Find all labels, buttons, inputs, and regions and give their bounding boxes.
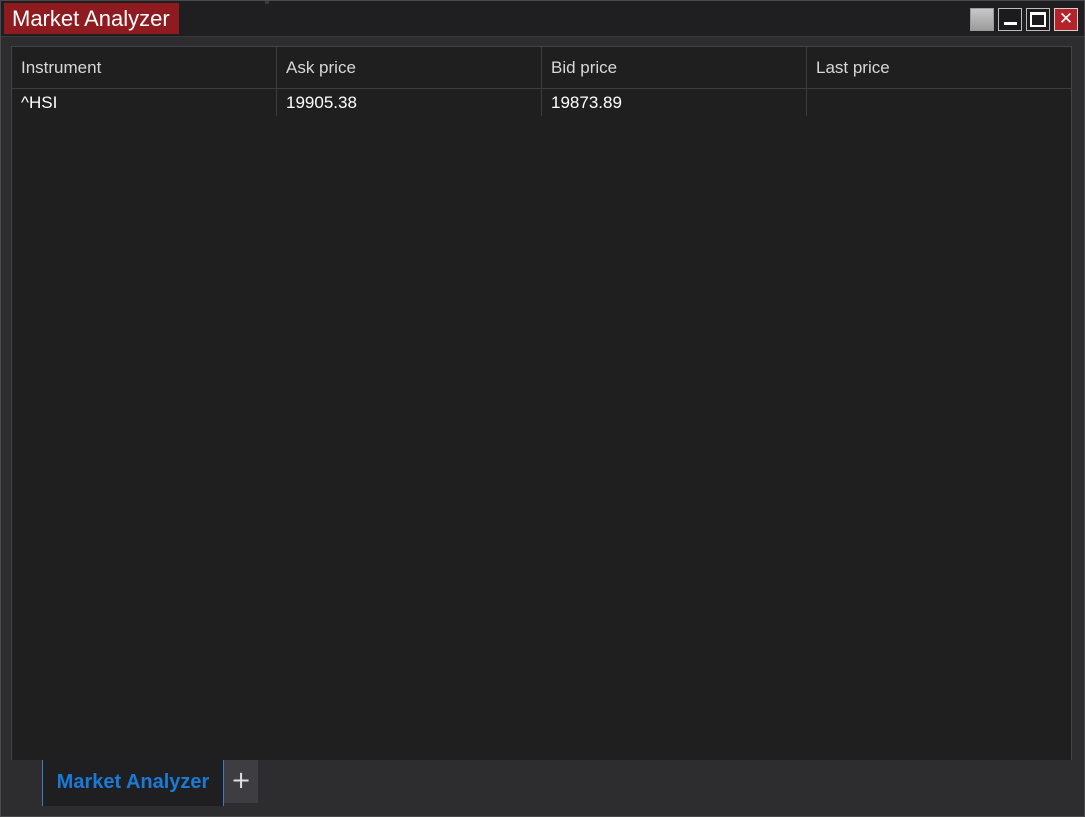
- grid-header: Instrument Ask price Bid price Last pric…: [12, 47, 1071, 89]
- cell-instrument[interactable]: ^HSI: [12, 89, 277, 116]
- window-controls: ✕: [970, 8, 1078, 31]
- instrument-grid: Instrument Ask price Bid price Last pric…: [11, 46, 1072, 761]
- column-header-last-price[interactable]: Last price: [807, 47, 1071, 88]
- close-glyph: ✕: [1058, 9, 1074, 29]
- column-header-instrument[interactable]: Instrument: [12, 47, 277, 88]
- title-bar[interactable]: Market Analyzer ✕: [1, 1, 1084, 37]
- maximize-icon[interactable]: [1026, 8, 1050, 31]
- close-icon[interactable]: ✕: [1054, 8, 1078, 31]
- tab-market-analyzer[interactable]: Market Analyzer: [42, 760, 224, 806]
- column-header-ask-price[interactable]: Ask price: [277, 47, 542, 88]
- cell-last-price[interactable]: [807, 89, 1071, 116]
- add-tab-icon[interactable]: +: [224, 760, 258, 803]
- table-row[interactable]: ^HSI 19905.38 19873.89: [12, 89, 1071, 116]
- window-title: Market Analyzer: [4, 3, 179, 34]
- market-analyzer-window: Market Analyzer ✕ Instrument Ask price B…: [0, 0, 1085, 817]
- maximize-glyph: [1030, 12, 1046, 27]
- cell-ask-price[interactable]: 19905.38: [277, 89, 542, 116]
- column-header-bid-price[interactable]: Bid price: [542, 47, 807, 88]
- title-bar-divider: [265, 1, 269, 4]
- minimize-icon[interactable]: [998, 8, 1022, 31]
- tab-bar: Market Analyzer +: [1, 760, 1084, 816]
- minimize-glyph: [1003, 22, 1017, 25]
- cell-bid-price[interactable]: 19873.89: [542, 89, 807, 116]
- window-options-icon[interactable]: [970, 8, 994, 31]
